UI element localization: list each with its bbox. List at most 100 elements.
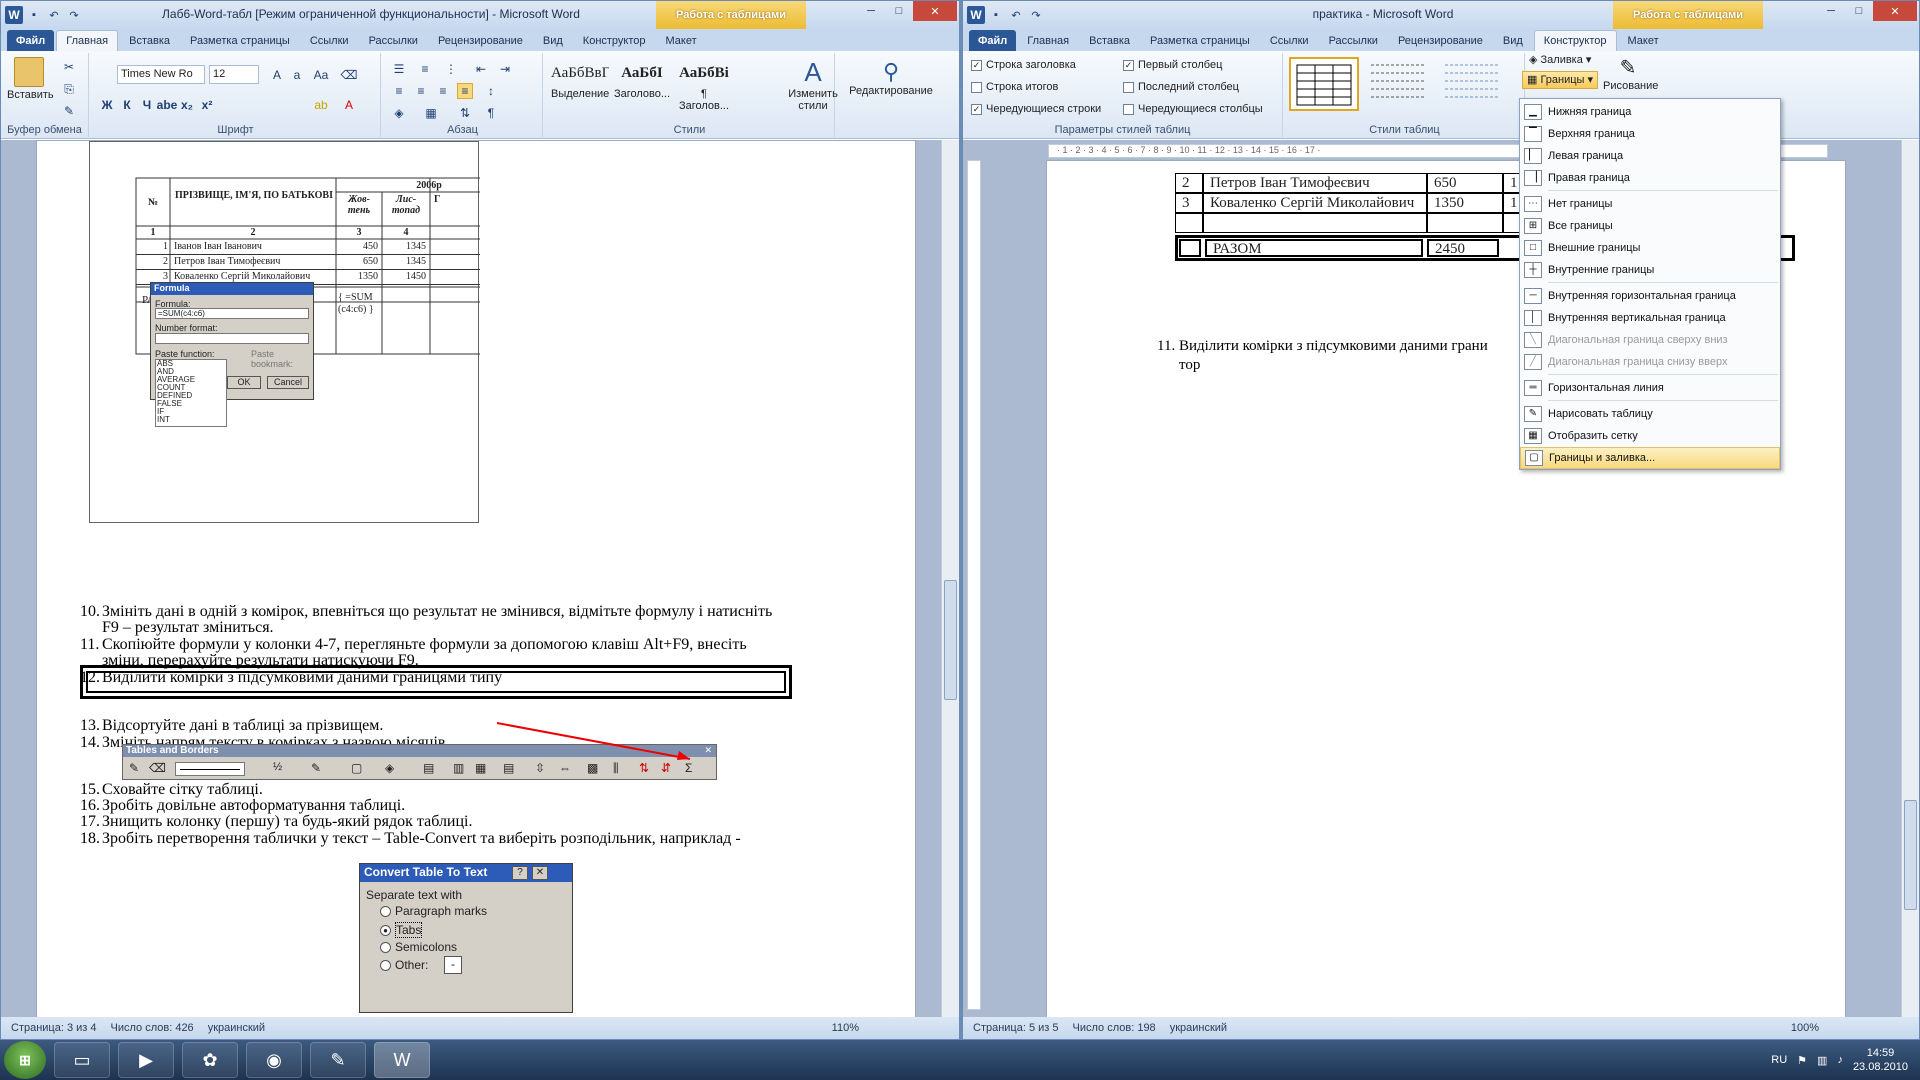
start-button[interactable]: ⊞ <box>4 1041 46 1079</box>
undo-icon[interactable]: ↶ <box>45 6 63 24</box>
border-menu-item[interactable]: ▦ Отобразить сетку <box>1520 425 1780 447</box>
separator-option[interactable]: ● Tabs <box>380 922 423 938</box>
redo-icon[interactable]: ↷ <box>1027 6 1045 24</box>
format-painter-icon[interactable]: ✎ <box>61 103 77 119</box>
insert-table-icon[interactable]: ▤ <box>423 761 434 775</box>
total-label-cell[interactable]: РАЗОМ <box>1205 239 1423 257</box>
eraser-icon[interactable]: ⌫ <box>149 761 166 775</box>
change-styles-button[interactable]: A Изменить стили <box>785 57 841 112</box>
border-icon[interactable]: ▦ <box>423 105 439 121</box>
highlight-icon[interactable]: ab <box>313 97 329 113</box>
tab-6[interactable]: Рецензирование <box>429 30 532 51</box>
decrease-indent-icon[interactable]: ⇤ <box>473 61 489 77</box>
help-button[interactable]: ? <box>512 866 528 880</box>
table-option-checkbox[interactable]: Чередующиеся столбцы <box>1123 103 1263 115</box>
line-weight-select[interactable]: ½ <box>273 761 282 773</box>
checkbox-icon[interactable]: ✓ <box>971 59 982 71</box>
word-taskbar-icon[interactable]: W <box>374 1042 430 1078</box>
tab-4[interactable]: Ссылки <box>301 30 358 51</box>
tab-3[interactable]: Разметка страницы <box>181 30 299 51</box>
firefox-icon[interactable]: ◉ <box>246 1042 302 1078</box>
tab-2[interactable]: Вставка <box>120 30 179 51</box>
cut-icon[interactable]: ✂ <box>61 59 77 75</box>
font-name-combo[interactable]: Times New Ro <box>117 65 205 84</box>
sort-icon[interactable]: ⇅ <box>457 105 473 121</box>
tab-1[interactable]: Главная <box>1018 30 1078 51</box>
border-menu-item[interactable]: ╱ Диагональная граница снизу вверх <box>1520 351 1780 373</box>
tab-9[interactable]: Макет <box>1619 30 1668 51</box>
scroll-thumb[interactable] <box>1904 800 1917 910</box>
dialog-close-button[interactable]: ✕ <box>532 866 548 880</box>
border-menu-item[interactable]: ─ Внутренняя горизонтальная граница <box>1520 285 1780 307</box>
tab-5[interactable]: Рассылки <box>1320 30 1387 51</box>
border-menu-item[interactable]: ▕ Правая граница <box>1520 167 1780 189</box>
merge-cells-icon[interactable]: ▥ <box>453 761 464 775</box>
word-logo-icon[interactable]: W <box>967 6 985 24</box>
maximize-button[interactable]: □ <box>885 1 913 21</box>
media-player-icon[interactable]: ▶ <box>118 1042 174 1078</box>
zoom-level[interactable]: 110% <box>832 1022 859 1034</box>
checkbox-icon[interactable] <box>971 81 982 93</box>
maximize-button[interactable]: □ <box>1845 1 1873 21</box>
tab-4[interactable]: Ссылки <box>1261 30 1318 51</box>
close-button[interactable]: ✕ <box>1873 1 1917 21</box>
font-format-button-2[interactable]: Ч <box>139 97 155 113</box>
save-icon[interactable]: ▪ <box>25 6 43 24</box>
draw-table-icon[interactable]: ✎ <box>129 761 139 775</box>
language[interactable]: украинский <box>1170 1022 1227 1034</box>
other-separator-input[interactable]: - <box>444 956 462 974</box>
tab-7[interactable]: Вид <box>1494 30 1532 51</box>
border-menu-item[interactable]: ▏ Левая граница <box>1520 145 1780 167</box>
shading-icon[interactable]: ◈ <box>391 105 407 121</box>
table-option-checkbox[interactable]: ✓ Первый столбец <box>1123 59 1222 71</box>
table-cell[interactable]: 1350 <box>1427 193 1503 213</box>
minimize-button[interactable]: ─ <box>857 1 885 21</box>
bullets-icon[interactable]: ☰ <box>391 61 407 77</box>
draw-table-button[interactable]: ✎ Рисование <box>1603 55 1658 92</box>
table-style-1[interactable] <box>1289 57 1359 111</box>
toolbar-close-icon[interactable]: ✕ <box>704 745 712 756</box>
ok-button[interactable]: OK <box>227 376 261 389</box>
tab-2[interactable]: Вставка <box>1080 30 1139 51</box>
language-indicator[interactable]: RU <box>1771 1054 1787 1066</box>
border-menu-item[interactable]: │ Внутренняя вертикальная граница <box>1520 307 1780 329</box>
page-count[interactable]: Страница: 5 из 5 <box>973 1022 1059 1034</box>
table-option-checkbox[interactable]: Последний столбец <box>1123 81 1239 93</box>
function-list[interactable]: ABS AND AVERAGE COUNT DEFINED FALSE IF INT <box>155 359 227 427</box>
table-option-checkbox[interactable]: ✓ Строка заголовка <box>971 59 1076 71</box>
tab-0[interactable]: Файл <box>969 30 1017 51</box>
word-count[interactable]: Число слов: 426 <box>111 1022 194 1034</box>
word-logo-icon[interactable]: W <box>5 6 23 24</box>
tab-1[interactable]: Главная <box>56 30 119 51</box>
radio-icon[interactable] <box>380 905 391 917</box>
font-color-icon[interactable]: A <box>341 97 357 113</box>
table-cell[interactable]: Петров Іван Тимофеєвич <box>1203 173 1427 193</box>
line-spacing-icon[interactable]: ↕ <box>483 83 499 99</box>
minimize-button[interactable]: ─ <box>1817 1 1845 21</box>
style-gallery-item[interactable]: АаБбВвГ Выделение <box>551 59 609 115</box>
separator-option[interactable]: Other: <box>380 958 428 972</box>
cancel-button[interactable]: Cancel <box>267 376 309 389</box>
pilcrow-icon[interactable]: ¶ <box>483 105 499 121</box>
vertical-scrollbar[interactable] <box>941 140 959 1017</box>
empty-cell[interactable] <box>1175 213 1203 233</box>
table-cell[interactable]: Коваленко Сергій Миколайович <box>1203 193 1427 213</box>
font-format-button-3[interactable]: abe <box>157 97 178 113</box>
border-color-icon[interactable]: ✎ <box>311 761 321 775</box>
clock[interactable]: 14:59 23.08.2010 <box>1853 1046 1908 1074</box>
outside-border-icon[interactable]: ▢ <box>351 761 362 775</box>
formula-input[interactable]: =SUM(c4:c6) <box>155 308 309 319</box>
total-cell-empty[interactable] <box>1179 239 1201 257</box>
table-style-2[interactable] <box>1365 57 1435 111</box>
shading-color-icon[interactable]: ◈ <box>385 761 394 775</box>
border-menu-item[interactable]: ⋯ Нет границы <box>1520 193 1780 215</box>
explorer-icon[interactable]: ▭ <box>54 1042 110 1078</box>
border-menu-item[interactable]: ▔ Верхняя граница <box>1520 123 1780 145</box>
tab-0[interactable]: Файл <box>7 30 55 51</box>
radio-icon[interactable] <box>380 959 391 971</box>
language[interactable]: украинский <box>208 1022 265 1034</box>
border-menu-item[interactable]: ▢ Границы и заливка... <box>1520 447 1780 469</box>
clear-format-icon[interactable]: ⌫ <box>341 67 358 83</box>
function-option[interactable]: INT <box>157 416 226 424</box>
tab-9[interactable]: Макет <box>657 30 706 51</box>
